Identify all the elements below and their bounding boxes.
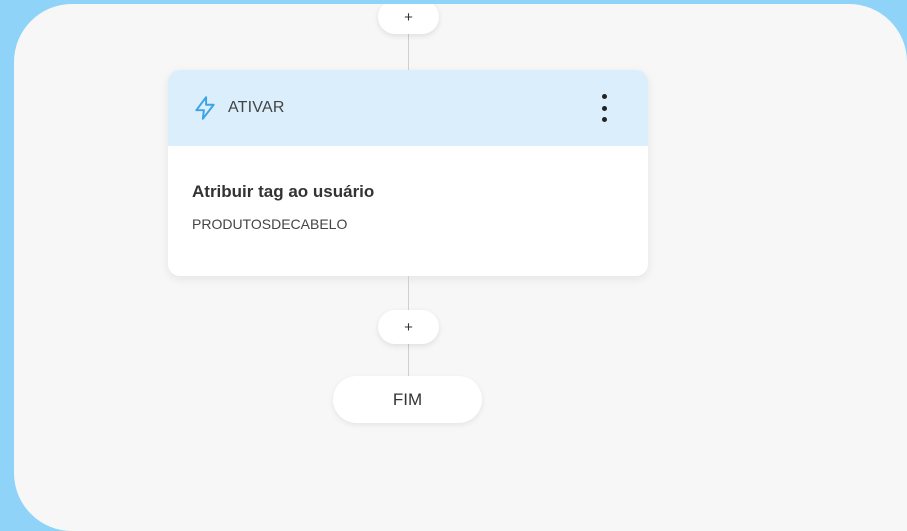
lightning-bolt-icon [195, 96, 215, 120]
end-label: FIM [392, 389, 423, 409]
action-card-body: Atribuir tag ao usuário PRODUTOSDECABELO [168, 146, 648, 232]
add-step-button-bottom[interactable]: + [378, 310, 439, 344]
end-node: FIM [333, 376, 482, 423]
flow-canvas: + ATIVAR Atribuir tag ao usuário PRODUTO… [14, 4, 907, 531]
action-card-header: ATIVAR [168, 70, 648, 146]
action-value: PRODUTOSDECABELO [192, 216, 348, 232]
plus-icon: + [404, 318, 413, 336]
add-step-button-top[interactable]: + [378, 4, 439, 34]
more-options-icon[interactable] [598, 94, 610, 122]
action-type-label: ATIVAR [228, 99, 285, 116]
action-card[interactable]: ATIVAR Atribuir tag ao usuário PRODUTOSD… [168, 70, 648, 276]
action-title: Atribuir tag ao usuário [192, 182, 375, 201]
plus-icon: + [404, 8, 413, 26]
